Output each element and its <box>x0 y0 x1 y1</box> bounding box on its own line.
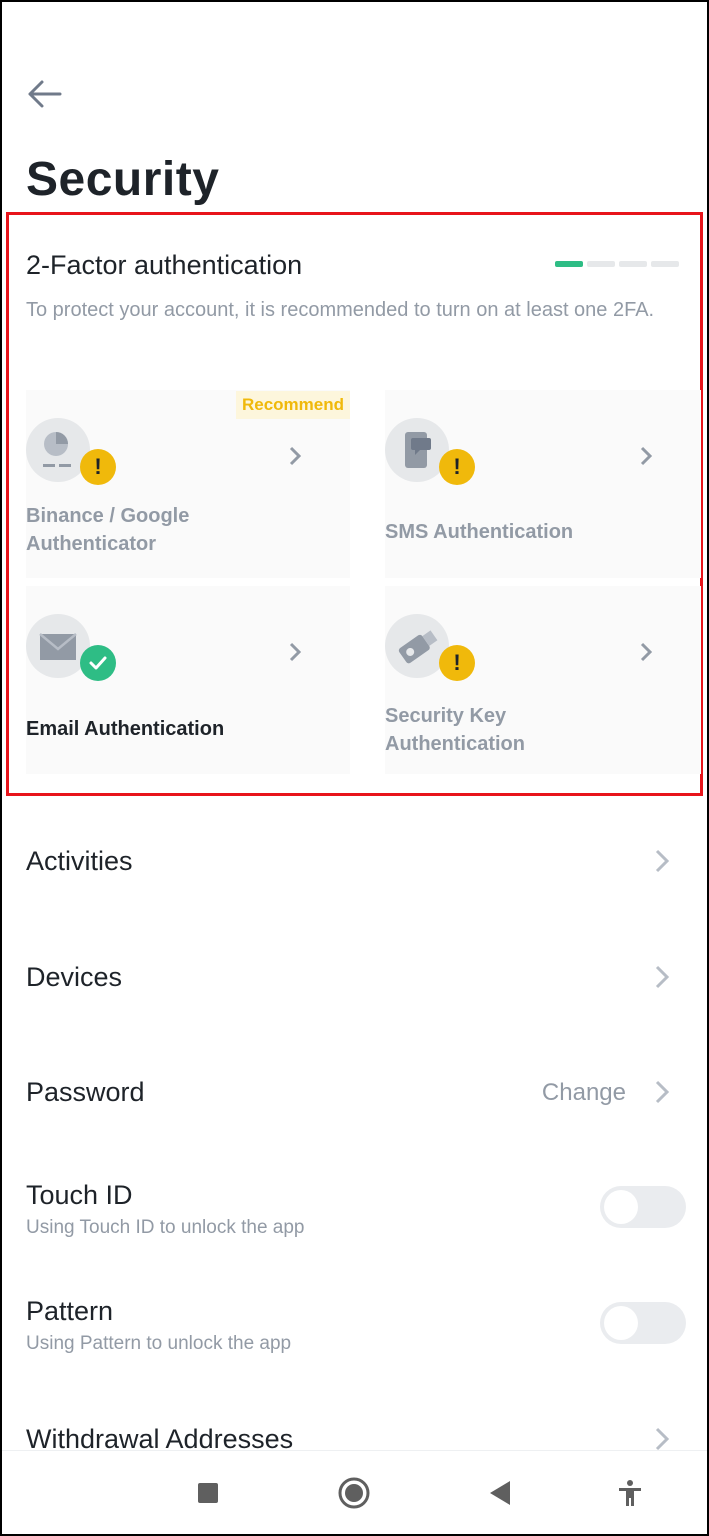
pattern-toggle[interactable] <box>600 1302 686 1344</box>
strength-segment <box>651 261 679 267</box>
pattern-subtitle: Using Pattern to unlock the app <box>26 1333 292 1354</box>
touch-id-toggle[interactable] <box>600 1186 686 1228</box>
google-authenticator-label-line1: Binance / Google <box>26 505 190 527</box>
system-navigation-bar <box>2 1450 707 1534</box>
twofa-title: 2-Factor authentication <box>26 250 303 280</box>
chevron-right-icon <box>655 1427 670 1451</box>
recent-apps-button[interactable] <box>186 1471 230 1515</box>
activities-row[interactable]: Activities <box>26 846 686 877</box>
chevron-right-icon <box>640 446 653 466</box>
back-icon <box>490 1481 510 1505</box>
twofa-strength-meter <box>555 261 679 267</box>
touch-id-subtitle: Using Touch ID to unlock the app <box>26 1217 305 1238</box>
security-key-card[interactable]: ! Security Key Authentication <box>385 586 701 774</box>
password-change-link[interactable]: Change <box>542 1079 626 1107</box>
recent-apps-icon <box>198 1483 218 1503</box>
accessibility-icon <box>619 1480 641 1506</box>
email-authentication-label: Email Authentication <box>26 718 225 740</box>
warning-icon: ! <box>439 645 475 681</box>
chevron-right-icon <box>640 642 653 662</box>
check-icon <box>80 645 116 681</box>
email-authentication-card[interactable]: Email Authentication <box>26 586 350 774</box>
chevron-right-icon <box>655 849 670 873</box>
strength-segment <box>555 261 583 267</box>
chevron-right-icon <box>289 446 302 466</box>
devices-label: Devices <box>26 962 123 992</box>
warning-icon: ! <box>439 449 475 485</box>
page-title: Security <box>26 153 220 206</box>
home-icon <box>338 1477 370 1509</box>
warning-icon: ! <box>80 449 116 485</box>
security-key-label-line2: Authentication <box>385 733 525 755</box>
sms-authentication-card[interactable]: ! SMS Authentication <box>385 390 701 578</box>
devices-row[interactable]: Devices <box>26 962 686 993</box>
activities-label: Activities <box>26 846 133 876</box>
twofa-description: To protect your account, it is recommend… <box>26 299 655 321</box>
password-row[interactable]: Password Change <box>26 1077 686 1108</box>
chevron-right-icon <box>655 1080 670 1104</box>
sms-authentication-label: SMS Authentication <box>385 521 574 543</box>
arrow-left-icon <box>28 80 62 108</box>
back-button[interactable] <box>22 72 66 116</box>
pattern-row: Pattern Using Pattern to unlock the app <box>26 1296 686 1355</box>
chevron-right-icon <box>655 965 670 989</box>
home-button[interactable] <box>332 1471 376 1515</box>
touch-id-label: Touch ID <box>26 1180 133 1210</box>
google-authenticator-card[interactable]: Recommend ! Binance / Google Authenticat… <box>26 390 350 578</box>
strength-segment <box>587 261 615 267</box>
system-back-button[interactable] <box>478 1471 522 1515</box>
google-authenticator-label-line2: Authenticator <box>26 533 156 555</box>
strength-segment <box>619 261 647 267</box>
accessibility-button[interactable] <box>608 1471 652 1515</box>
security-key-label-line1: Security Key <box>385 705 507 727</box>
touch-id-row: Touch ID Using Touch ID to unlock the ap… <box>26 1180 686 1239</box>
recommend-badge: Recommend <box>235 391 350 419</box>
pattern-label: Pattern <box>26 1296 114 1326</box>
chevron-right-icon <box>289 642 302 662</box>
